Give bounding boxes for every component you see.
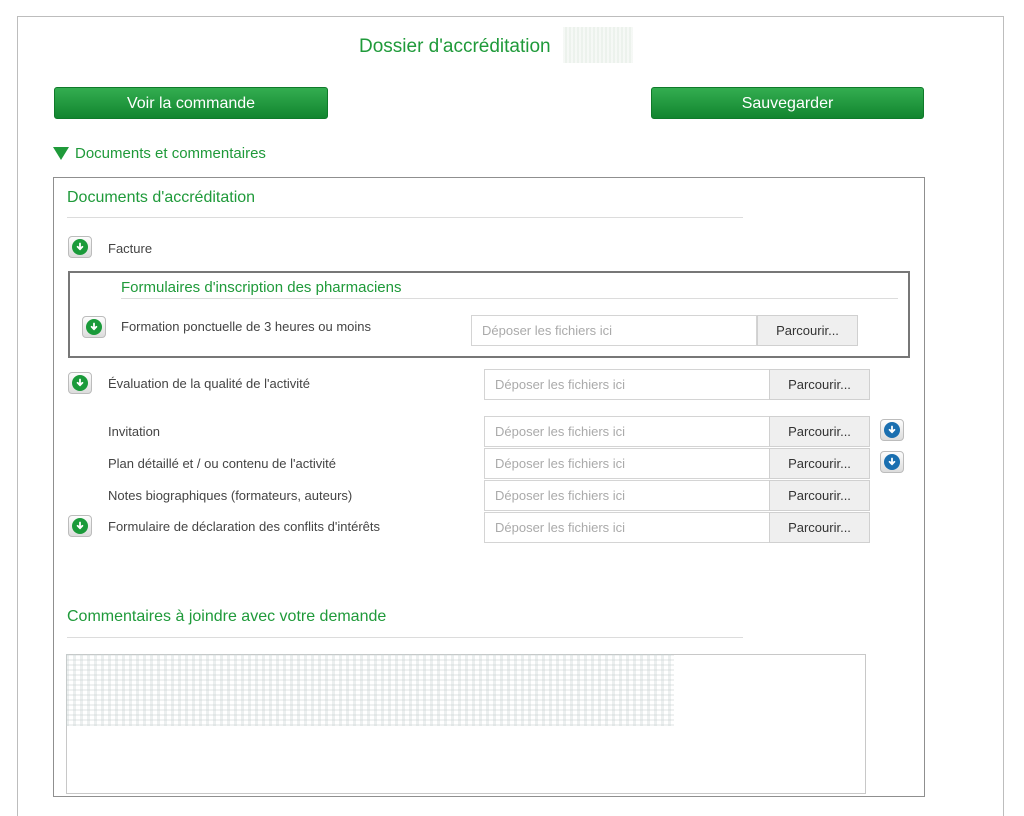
comments-heading: Commentaires à joindre avec votre demand… [67, 608, 387, 625]
invitation-dropzone[interactable]: Déposer les fichiers ici [484, 416, 770, 447]
training-download-icon[interactable] [82, 316, 106, 338]
invitation-browse-button[interactable]: Parcourir... [769, 416, 870, 447]
triangle-down-icon [53, 147, 69, 160]
bio-notes-label: Notes biographiques (formateurs, auteurs… [108, 488, 353, 503]
conflicts-download-icon[interactable] [68, 515, 92, 537]
view-order-button[interactable]: Voir la commande [54, 87, 328, 119]
conflicts-dropzone[interactable]: Déposer les fichiers ici [484, 512, 770, 543]
divider [67, 637, 743, 638]
pharmacist-forms-heading: Formulaires d'inscription des pharmacien… [121, 279, 402, 296]
invoice-download-icon[interactable] [68, 236, 92, 258]
section-toggle-label: Documents et commentaires [75, 145, 266, 162]
invoice-label: Facture [108, 241, 153, 256]
invitation-download-icon[interactable] [880, 419, 904, 441]
plan-label: Plan détaillé et / ou contenu de l'activ… [108, 456, 336, 471]
plan-browse-button[interactable]: Parcourir... [769, 448, 870, 479]
evaluation-browse-button[interactable]: Parcourir... [769, 369, 870, 400]
training-browse-button[interactable]: Parcourir... [757, 315, 858, 346]
blurred-comment-text [66, 654, 674, 726]
invitation-label: Invitation [108, 424, 161, 439]
bio-notes-dropzone[interactable]: Déposer les fichiers ici [484, 480, 770, 511]
plan-download-icon[interactable] [880, 451, 904, 473]
divider [67, 217, 743, 218]
save-button[interactable]: Sauvegarder [651, 87, 924, 119]
evaluation-dropzone[interactable]: Déposer les fichiers ici [484, 369, 770, 400]
training-dropzone[interactable]: Déposer les fichiers ici [471, 315, 757, 346]
evaluation-download-icon[interactable] [68, 372, 92, 394]
page-title: Dossier d'accréditation [359, 36, 551, 57]
divider [121, 298, 898, 299]
training-label: Formation ponctuelle de 3 heures ou moin… [121, 319, 372, 334]
bio-notes-browse-button[interactable]: Parcourir... [769, 480, 870, 511]
plan-dropzone[interactable]: Déposer les fichiers ici [484, 448, 770, 479]
blurred-logo [563, 27, 633, 63]
evaluation-label: Évaluation de la qualité de l'activité [108, 376, 310, 391]
conflicts-browse-button[interactable]: Parcourir... [769, 512, 870, 543]
conflicts-label: Formulaire de déclaration des conflits d… [108, 519, 381, 534]
documents-heading: Documents d'accréditation [67, 189, 256, 206]
documents-section-toggle[interactable]: Documents et commentaires [53, 145, 266, 162]
